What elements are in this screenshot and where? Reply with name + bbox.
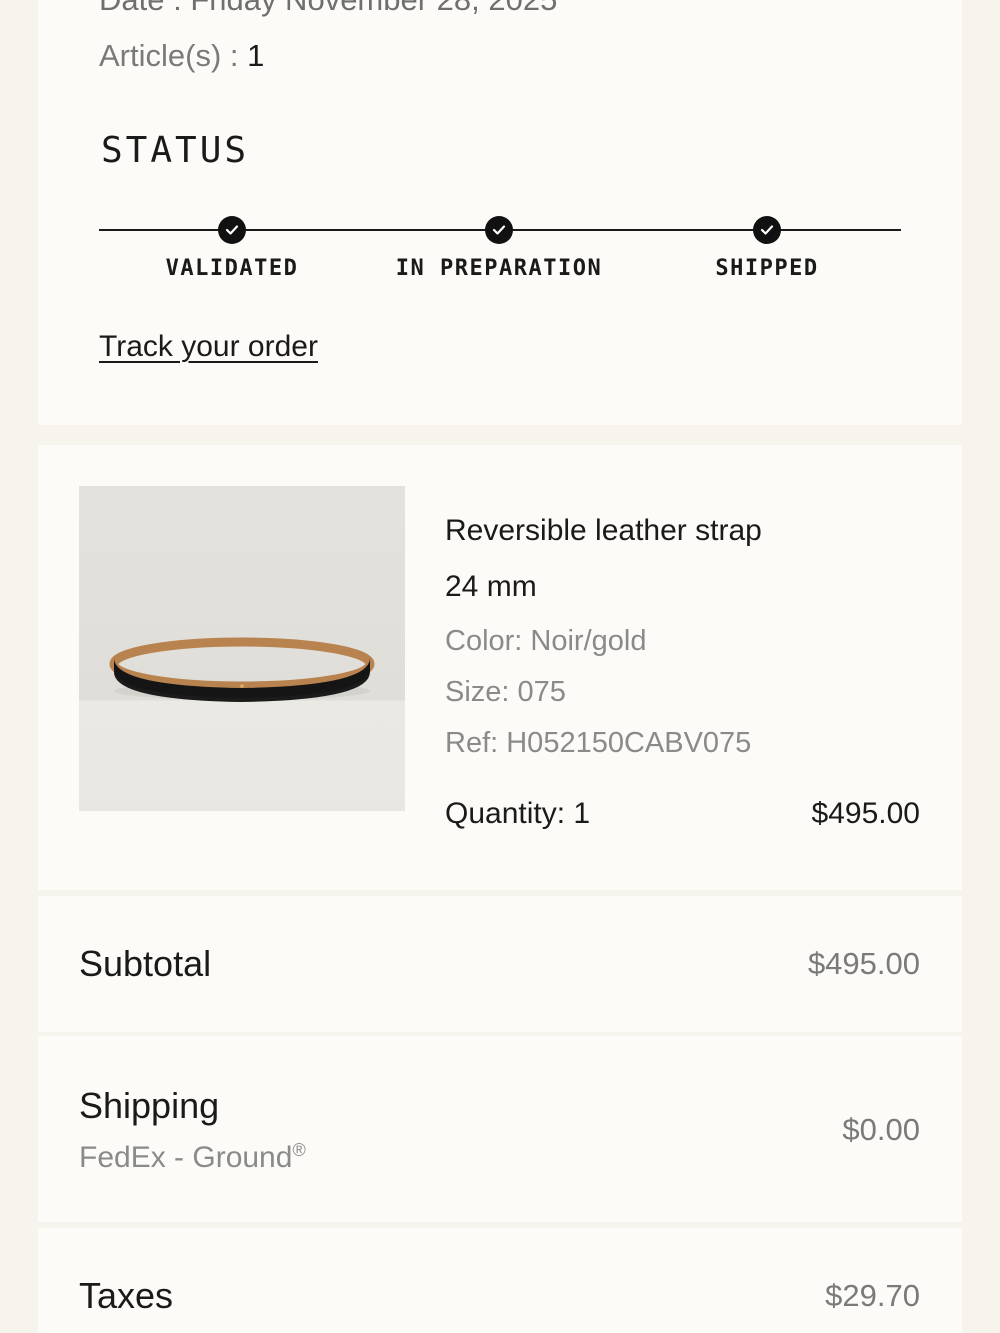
- articles-count: 1: [247, 38, 265, 73]
- product-card: Reversible leather strap 24 mm Color: No…: [38, 445, 962, 890]
- articles-label: Article(s) :: [99, 38, 248, 73]
- step-label-shipped: SHIPPED: [715, 256, 819, 281]
- order-date: Date : Friday November 28, 2025: [99, 0, 557, 18]
- step-label-in-preparation: IN PREPARATION: [395, 256, 603, 281]
- shipping-value: $0.00: [842, 1112, 920, 1147]
- subtotal-row: Subtotal $495.00: [38, 896, 962, 1032]
- order-article-count: Article(s) : 1: [99, 38, 264, 74]
- product-reference: Ref: H052150CABV075: [445, 727, 752, 759]
- status-heading: STATUS: [101, 130, 250, 171]
- step-in-preparation-check-icon: [485, 216, 513, 244]
- taxes-value: $29.70: [825, 1278, 920, 1313]
- taxes-row: Taxes $29.70: [38, 1228, 962, 1333]
- belt-strap-image[interactable]: [79, 486, 405, 811]
- shipping-label: Shipping: [79, 1085, 220, 1126]
- shipping-method-name: FedEx - Ground: [79, 1141, 293, 1174]
- shipping-row: Shipping FedEx - Ground® $0.00: [38, 1036, 962, 1222]
- product-name[interactable]: Reversible leather strap 24 mm: [445, 503, 765, 615]
- product-price: $495.00: [811, 797, 920, 830]
- step-validated-check-icon: [218, 216, 246, 244]
- product-color: Color: Noir/gold: [445, 625, 647, 657]
- step-shipped-check-icon: [753, 216, 781, 244]
- track-order-link[interactable]: Track your order: [99, 330, 318, 364]
- order-status-card: Date : Friday November 28, 2025 Article(…: [38, 0, 962, 425]
- product-size: Size: 075: [445, 676, 566, 708]
- product-quantity: Quantity: 1: [445, 797, 591, 830]
- step-label-validated: VALIDATED: [165, 256, 299, 281]
- taxes-label: Taxes: [79, 1275, 174, 1316]
- subtotal-label: Subtotal: [79, 943, 212, 984]
- order-details-page: Date : Friday November 28, 2025 Article(…: [0, 0, 1000, 1333]
- shipping-method: FedEx - Ground®: [79, 1140, 306, 1175]
- registered-mark: ®: [292, 1140, 306, 1160]
- subtotal-value: $495.00: [807, 946, 920, 981]
